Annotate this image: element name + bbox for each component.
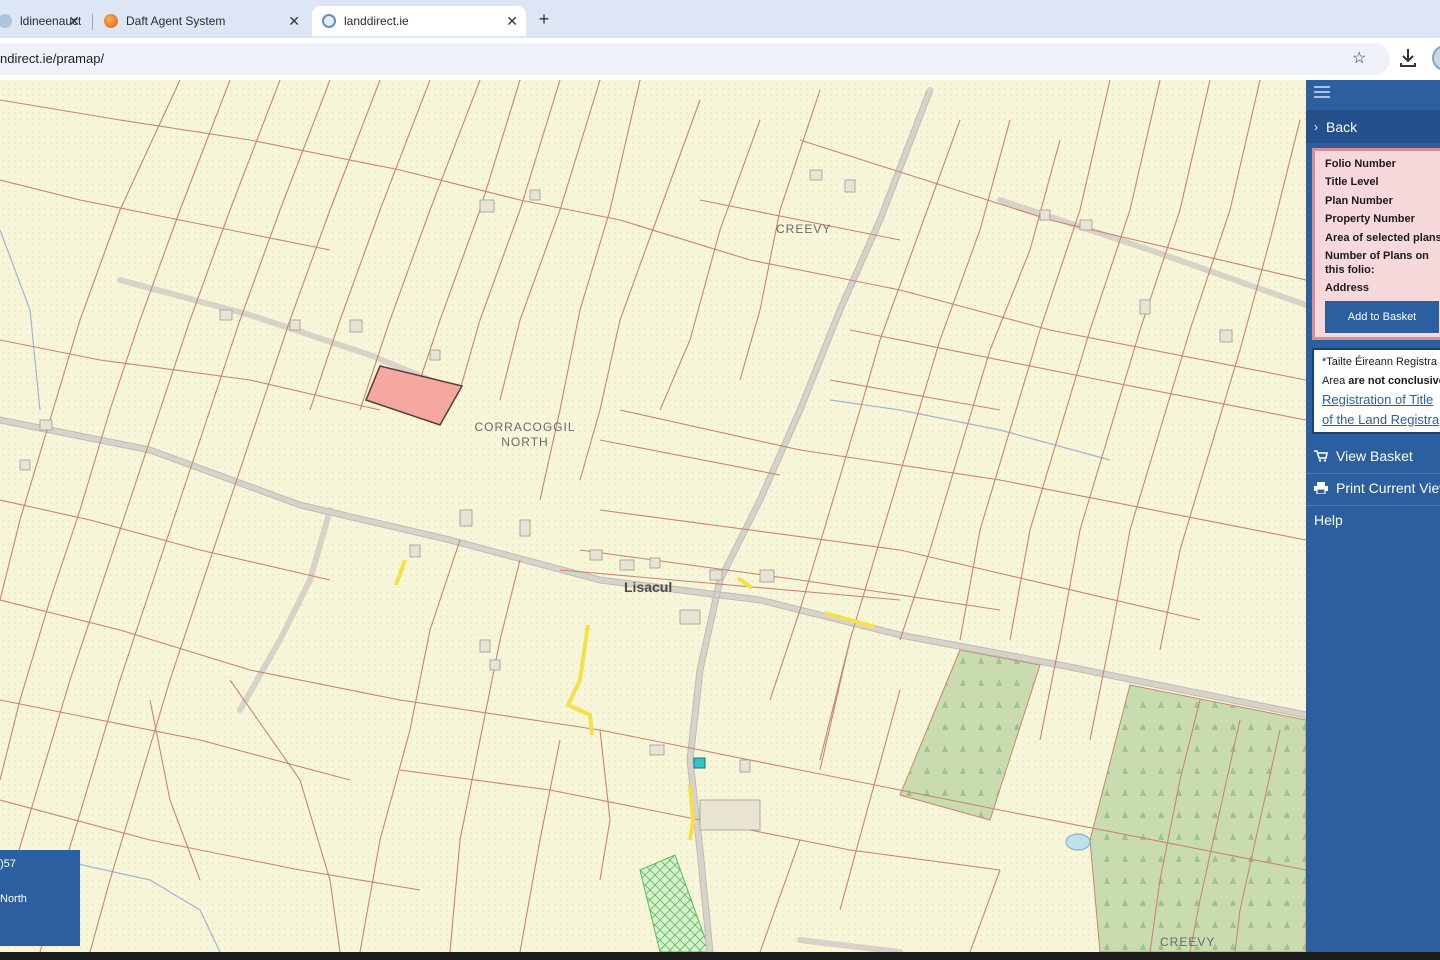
registration-of-title-link[interactable]: Registration of Title <box>1322 392 1433 407</box>
parcel-map-svg <box>0 80 1306 952</box>
property-number-label: Property Number <box>1325 213 1415 225</box>
notice-text: *Tailte Éireann Registra <box>1322 356 1437 368</box>
map-info-line: North <box>0 893 27 905</box>
tab-title: landdirect.ie <box>344 14 409 28</box>
view-basket-label: View Basket <box>1336 448 1413 464</box>
menu-icon[interactable] <box>1314 86 1330 100</box>
marker-parcel[interactable] <box>693 757 706 769</box>
map-label-lisacul: Lisacul <box>624 579 673 595</box>
map-info-line: )57 <box>0 858 16 870</box>
tab-title: Daft Agent System <box>126 14 226 28</box>
land-registry-link[interactable]: of the Land Registra <box>1322 412 1439 427</box>
address-bar-row: ndirect.ie/pramap/ ☆ <box>0 38 1440 80</box>
close-icon[interactable]: ✕ <box>68 13 80 29</box>
tab-daft-agent-system[interactable]: Daft Agent System ✕ <box>94 6 308 36</box>
notice-text-line: Area are not conclusive <box>1322 375 1440 387</box>
browser-tab-bar: ldineenauct ✕ Daft Agent System ✕ landdi… <box>0 0 1440 38</box>
sidebar: › Back Folio Number Title Level Plan Num… <box>1306 80 1440 952</box>
divider <box>1306 473 1440 474</box>
tab-ldineenauct[interactable]: ldineenauct ✕ <box>0 6 88 36</box>
cart-icon <box>1314 450 1328 462</box>
map-label-corracoggil: CORRACOGGIL NORTH <box>474 420 576 449</box>
plan-number-label: Plan Number <box>1325 195 1393 207</box>
map-canvas[interactable]: CREEVY CORRACOGGIL NORTH Lisacul CREEVY <box>0 80 1306 952</box>
print-current-view-link[interactable]: Print Current View <box>1314 480 1440 496</box>
help-label: Help <box>1314 512 1343 528</box>
num-plans-label: Number of Plans on <box>1325 250 1429 262</box>
chevron-right-icon: › <box>1314 119 1318 134</box>
address-label: Address <box>1325 282 1370 294</box>
divider <box>1306 505 1440 506</box>
close-icon[interactable]: ✕ <box>506 13 518 29</box>
view-basket-link[interactable]: View Basket <box>1314 448 1413 464</box>
globe-icon <box>0 14 12 28</box>
map-label-creevy-south: CREEVY <box>1160 935 1216 949</box>
registration-notice: *Tailte Éireann Registra Area are not co… <box>1312 348 1440 434</box>
map-label-creevy: CREEVY <box>776 222 832 236</box>
address-bar[interactable] <box>0 43 1390 75</box>
tab-separator <box>92 14 93 30</box>
print-current-view-label: Print Current View <box>1336 480 1440 496</box>
back-label: Back <box>1326 118 1358 135</box>
daft-logo-icon <box>104 14 118 28</box>
area-label: Area of selected plans <box>1325 232 1440 244</box>
folio-info-panel: Folio Number Title Level Plan Number Pro… <box>1312 148 1440 340</box>
new-tab-icon[interactable]: + <box>536 9 552 30</box>
profile-avatar[interactable] <box>1432 45 1440 71</box>
close-icon[interactable]: ✕ <box>288 13 300 29</box>
download-icon[interactable] <box>1398 47 1418 69</box>
taskbar-strip <box>0 952 1440 960</box>
notice-emphasis: are not conclusive <box>1348 375 1440 387</box>
help-link[interactable]: Help <box>1314 512 1343 528</box>
back-button[interactable]: › Back <box>1306 110 1440 143</box>
map-info-box: )57 North <box>0 850 80 946</box>
bookmark-star-icon[interactable]: ☆ <box>1352 48 1366 68</box>
notice-text: Area <box>1322 375 1349 387</box>
tab-landdirect[interactable]: landdirect.ie ✕ <box>312 6 526 36</box>
screen: ldineenauct ✕ Daft Agent System ✕ landdi… <box>0 0 1440 960</box>
url-text[interactable]: ndirect.ie/pramap/ <box>0 51 104 66</box>
pond <box>1065 833 1091 851</box>
num-plans-label-cont: this folio: <box>1325 264 1375 276</box>
print-icon <box>1314 482 1328 494</box>
add-to-basket-button[interactable]: Add to Basket <box>1325 301 1439 333</box>
title-level-label: Title Level <box>1325 176 1379 188</box>
folio-number-label: Folio Number <box>1325 158 1396 170</box>
landdirect-logo-icon <box>322 14 336 28</box>
